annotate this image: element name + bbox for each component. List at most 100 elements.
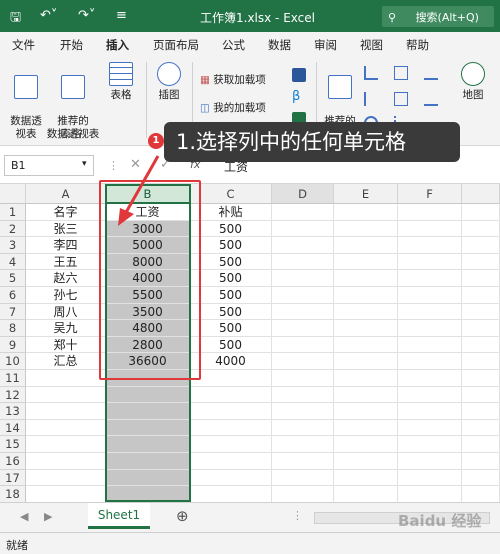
cell-c[interactable] <box>190 453 272 470</box>
cell-e[interactable] <box>334 253 398 271</box>
row-header[interactable]: 3 <box>0 237 26 254</box>
cell-g[interactable] <box>462 220 500 238</box>
column-header-d[interactable]: D <box>272 184 334 204</box>
cell-f[interactable] <box>398 204 462 221</box>
tab-formulas[interactable]: 公式 <box>222 37 245 53</box>
cell-g[interactable] <box>462 204 500 221</box>
cell-c[interactable] <box>190 386 272 404</box>
cell-f[interactable] <box>398 419 462 437</box>
cell-b[interactable] <box>106 386 190 404</box>
cell-e[interactable] <box>334 336 398 354</box>
tab-file[interactable]: 文件 <box>12 37 35 53</box>
add-sheet-icon[interactable]: ⊕ <box>176 507 189 525</box>
cell-c[interactable]: 补贴 <box>190 204 272 221</box>
tab-review[interactable]: 审阅 <box>314 37 337 53</box>
undo-icon[interactable]: ↶˅ <box>40 8 57 23</box>
column-header-a[interactable]: A <box>26 184 106 204</box>
cell-g[interactable] <box>462 436 500 453</box>
row-header[interactable]: 17 <box>0 469 26 487</box>
statistic-chart-icon[interactable] <box>394 92 408 106</box>
row-header[interactable]: 12 <box>0 386 26 404</box>
row-header[interactable]: 2 <box>0 220 26 238</box>
cell-g[interactable] <box>462 270 500 287</box>
cell-g[interactable] <box>462 370 500 387</box>
cell-f[interactable] <box>398 353 462 370</box>
row-header[interactable]: 11 <box>0 370 26 387</box>
line-chart-icon[interactable] <box>424 66 438 80</box>
row-header[interactable]: 13 <box>0 403 26 420</box>
cell-b[interactable]: 4800 <box>106 320 190 337</box>
cell-e[interactable] <box>334 370 398 387</box>
column-header-f[interactable]: F <box>398 184 462 204</box>
cell-f[interactable] <box>398 486 462 503</box>
cell-f[interactable] <box>398 270 462 287</box>
redo-icon[interactable]: ↷˅ <box>78 8 95 23</box>
cell-g[interactable] <box>462 287 500 304</box>
cell-b[interactable]: 5500 <box>106 287 190 304</box>
pivot-table-button[interactable]: 数据透 视表 <box>6 62 46 141</box>
row-header[interactable]: 6 <box>0 287 26 304</box>
cell-f[interactable] <box>398 253 462 271</box>
cell-c[interactable]: 500 <box>190 220 272 238</box>
cell-e[interactable] <box>334 436 398 453</box>
cell-f[interactable] <box>398 220 462 238</box>
cell-f[interactable] <box>398 469 462 487</box>
cell-d[interactable] <box>272 287 334 304</box>
cell-a[interactable]: 周八 <box>26 303 106 321</box>
cell-c[interactable]: 500 <box>190 320 272 337</box>
cell-d[interactable] <box>272 469 334 487</box>
cell-f[interactable] <box>398 386 462 404</box>
row-header[interactable]: 9 <box>0 336 26 354</box>
row-header[interactable]: 16 <box>0 453 26 470</box>
save-icon[interactable]: 🖫 <box>10 8 21 30</box>
my-addins-button[interactable]: ◫ 我的加载项 <box>200 100 266 115</box>
cell-d[interactable] <box>272 436 334 453</box>
cell-a[interactable]: 吴九 <box>26 320 106 337</box>
cell-c[interactable] <box>190 486 272 503</box>
table-button[interactable]: 表格 <box>104 62 138 102</box>
cell-g[interactable] <box>462 469 500 487</box>
cell-e[interactable] <box>334 287 398 304</box>
cell-c[interactable]: 500 <box>190 303 272 321</box>
cell-b[interactable] <box>106 403 190 420</box>
cell-d[interactable] <box>272 419 334 437</box>
tab-data[interactable]: 数据 <box>268 37 291 53</box>
cell-e[interactable] <box>334 419 398 437</box>
tab-help[interactable]: 帮助 <box>406 37 429 53</box>
cell-g[interactable] <box>462 353 500 370</box>
cell-b[interactable]: 4000 <box>106 270 190 287</box>
cell-d[interactable] <box>272 270 334 287</box>
row-header[interactable]: 5 <box>0 270 26 287</box>
cell-g[interactable] <box>462 403 500 420</box>
column-chart-icon[interactable] <box>364 66 378 80</box>
cell-a[interactable]: 张三 <box>26 220 106 238</box>
cell-d[interactable] <box>272 237 334 254</box>
hierarchy-chart-icon[interactable] <box>394 66 408 80</box>
cell-d[interactable] <box>272 253 334 271</box>
cell-f[interactable] <box>398 403 462 420</box>
cell-f[interactable] <box>398 237 462 254</box>
cell-a[interactable] <box>26 469 106 487</box>
bing-icon[interactable]: β <box>292 90 306 104</box>
cell-e[interactable] <box>334 320 398 337</box>
row-header[interactable]: 1 <box>0 204 26 221</box>
cell-f[interactable] <box>398 287 462 304</box>
cell-d[interactable] <box>272 403 334 420</box>
cell-b[interactable]: 2800 <box>106 336 190 354</box>
cell-g[interactable] <box>462 386 500 404</box>
row-header[interactable]: 10 <box>0 353 26 370</box>
scroll-left-icon[interactable]: ◀ <box>20 510 28 523</box>
cell-b[interactable]: 8000 <box>106 253 190 271</box>
cell-c[interactable]: 4000 <box>190 353 272 370</box>
sheet-tab-sheet1[interactable]: Sheet1 <box>88 503 150 529</box>
cell-a[interactable] <box>26 419 106 437</box>
cell-c[interactable]: 500 <box>190 336 272 354</box>
cell-c[interactable]: 500 <box>190 287 272 304</box>
cell-f[interactable] <box>398 320 462 337</box>
name-box-dropdown-icon[interactable]: ▾ <box>82 159 87 169</box>
cell-c[interactable]: 500 <box>190 253 272 271</box>
cell-b[interactable] <box>106 436 190 453</box>
cell-a[interactable] <box>26 370 106 387</box>
row-header[interactable]: 18 <box>0 486 26 503</box>
cell-c[interactable] <box>190 419 272 437</box>
